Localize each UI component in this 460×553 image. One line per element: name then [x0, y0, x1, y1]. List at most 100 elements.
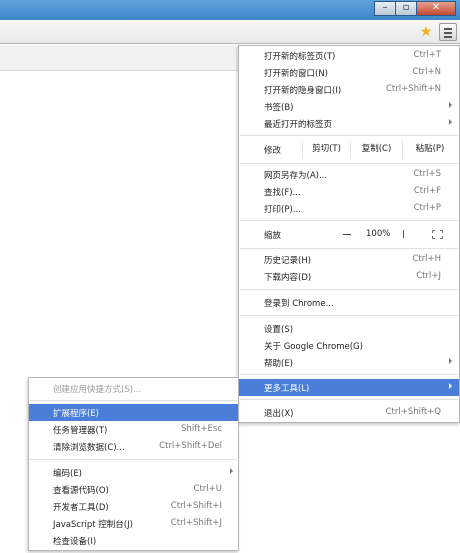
menu-item-shortcut: Ctrl+Shift+J	[170, 518, 222, 528]
menu-item-shortcut: Ctrl+Shift+I	[170, 501, 222, 511]
menu-item-shortcut: Shift+Esc	[181, 424, 222, 434]
menu-item-label: 打开新的标签页(T)	[264, 52, 336, 62]
cut-button[interactable]: 剪切(T)	[302, 141, 350, 158]
submenu-item-view-source[interactable]: 查看源代码(O) Ctrl+U	[29, 481, 238, 498]
menu-item-new-window[interactable]: 打开新的窗口(N) Ctrl+N	[239, 64, 459, 81]
menu-item-label: 开发者工具(D)	[53, 503, 109, 513]
menu-item-label: 更多工具(L)	[264, 384, 310, 394]
menu-item-label: 查找(F)...	[264, 188, 301, 198]
menu-item-shortcut: Ctrl+Shift+N	[385, 84, 441, 94]
menu-item-shortcut: Ctrl+F	[413, 186, 441, 196]
menu-item-about[interactable]: 关于 Google Chrome(G)	[239, 337, 459, 354]
fullscreen-icon[interactable]	[432, 230, 443, 239]
menu-item-label: 扩展程序(E)	[53, 409, 100, 419]
menu-item-more-tools[interactable]: 更多工具(L)	[239, 379, 459, 396]
menu-separator	[240, 374, 458, 375]
menu-item-label: 设置(S)	[264, 325, 294, 335]
submenu-arrow-icon	[230, 468, 233, 474]
submenu-arrow-icon	[449, 383, 452, 389]
menu-item-label: 登录到 Chrome...	[264, 299, 334, 309]
menu-item-label: 历史记录(H)	[264, 256, 312, 266]
menu-item-shortcut: Ctrl+Shift+Del	[159, 441, 222, 451]
submenu-arrow-icon	[449, 102, 452, 108]
menu-row-zoom: 缩放 100%	[239, 226, 459, 243]
menu-item-find[interactable]: 查找(F)... Ctrl+F	[239, 183, 459, 200]
chrome-main-menu: 打开新的标签页(T) Ctrl+T 打开新的窗口(N) Ctrl+N 打开新的隐…	[238, 45, 460, 423]
menu-item-label: 关于 Google Chrome(G)	[264, 342, 363, 352]
menu-item-shortcut: Ctrl+J	[416, 271, 441, 281]
menu-separator	[240, 248, 458, 249]
chrome-menu-button[interactable]	[439, 23, 457, 41]
minimize-button[interactable]: –	[374, 1, 396, 16]
bookmark-bar	[0, 45, 240, 71]
menu-item-sign-in[interactable]: 登录到 Chrome...	[239, 294, 459, 311]
copy-button[interactable]: 复制(C)	[350, 141, 402, 158]
menu-item-label: 清除浏览数据(C)...	[53, 443, 125, 453]
menu-item-label: 打开新的窗口(N)	[264, 69, 328, 79]
menu-item-label: 打开新的隐身窗口(I)	[264, 86, 342, 96]
submenu-item-extensions[interactable]: 扩展程序(E)	[29, 404, 238, 421]
submenu-arrow-icon	[449, 119, 452, 125]
zoom-label: 缩放	[264, 231, 282, 241]
menu-item-shortcut: Ctrl+H	[412, 254, 441, 264]
menu-item-shortcut: Ctrl+T	[413, 50, 441, 60]
menu-separator	[240, 315, 458, 316]
submenu-item-inspect-devices[interactable]: 检查设备(I)	[29, 532, 238, 549]
menu-separator	[240, 289, 458, 290]
menu-item-shortcut: Ctrl+P	[413, 203, 441, 213]
menu-item-label: 检查设备(I)	[53, 537, 97, 547]
menu-item-shortcut: Ctrl+N	[412, 67, 441, 77]
close-button[interactable]: ✕	[416, 1, 456, 16]
menu-separator	[240, 163, 458, 164]
menu-separator	[240, 135, 458, 136]
star-icon[interactable]: ★	[418, 24, 434, 40]
menu-item-bookmarks[interactable]: 书签(B)	[239, 98, 459, 115]
menu-item-print[interactable]: 打印(P)... Ctrl+P	[239, 200, 459, 217]
menu-item-help[interactable]: 帮助(E)	[239, 354, 459, 371]
menu-item-label: 任务管理器(T)	[53, 426, 108, 436]
submenu-item-encoding[interactable]: 编码(E)	[29, 464, 238, 481]
menu-item-recent-tabs[interactable]: 最近打开的标签页	[239, 115, 459, 132]
zoom-in-icon[interactable]	[403, 230, 404, 238]
menu-item-shortcut: Ctrl+S	[413, 169, 441, 179]
browser-toolbar: ★	[0, 20, 460, 44]
zoom-level: 100%	[366, 229, 391, 239]
menu-separator	[240, 399, 458, 400]
window-title-bar: – ▫ ✕	[0, 0, 460, 20]
submenu-item-task-manager[interactable]: 任务管理器(T) Shift+Esc	[29, 421, 238, 438]
menu-item-downloads[interactable]: 下载内容(D) Ctrl+J	[239, 268, 459, 285]
menu-item-label: 帮助(E)	[264, 359, 294, 369]
edit-label: 修改	[264, 146, 282, 156]
menu-item-history[interactable]: 历史记录(H) Ctrl+H	[239, 251, 459, 268]
menu-item-save-page[interactable]: 网页另存为(A)... Ctrl+S	[239, 166, 459, 183]
maximize-button[interactable]: ▫	[395, 1, 417, 16]
submenu-item-dev-tools[interactable]: 开发者工具(D) Ctrl+Shift+I	[29, 498, 238, 515]
menu-item-settings[interactable]: 设置(S)	[239, 320, 459, 337]
menu-separator	[30, 459, 237, 460]
menu-item-label: 打印(P)...	[264, 205, 301, 215]
menu-item-shortcut: Ctrl+Shift+Q	[385, 407, 441, 417]
menu-item-label: 最近打开的标签页	[264, 120, 333, 130]
submenu-arrow-icon	[449, 358, 452, 364]
menu-item-label: 编码(E)	[53, 469, 83, 479]
menu-item-label: 书签(B)	[264, 103, 294, 113]
more-tools-submenu: 创建应用快捷方式(S)... 扩展程序(E) 任务管理器(T) Shift+Es…	[28, 377, 239, 551]
menu-item-label: 创建应用快捷方式(S)...	[53, 385, 142, 395]
hamburger-menu-icon	[444, 28, 452, 30]
menu-item-new-tab[interactable]: 打开新的标签页(T) Ctrl+T	[239, 47, 459, 64]
paste-button[interactable]: 粘贴(P)	[402, 141, 457, 158]
menu-separator	[30, 400, 237, 401]
menu-item-shortcut: Ctrl+U	[193, 484, 222, 494]
zoom-out-icon[interactable]	[343, 234, 351, 235]
window-controls: – ▫ ✕	[374, 1, 456, 16]
menu-row-edit: 修改 剪切(T) 复制(C) 粘贴(P)	[239, 141, 459, 158]
menu-item-label: JavaScript 控制台(J)	[53, 520, 133, 530]
menu-item-label: 查看源代码(O)	[53, 486, 109, 496]
submenu-item-create-shortcuts[interactable]: 创建应用快捷方式(S)...	[29, 380, 238, 397]
menu-item-label: 下载内容(D)	[264, 273, 312, 283]
submenu-item-clear-data[interactable]: 清除浏览数据(C)... Ctrl+Shift+Del	[29, 438, 238, 455]
menu-separator	[240, 220, 458, 221]
menu-item-new-incognito[interactable]: 打开新的隐身窗口(I) Ctrl+Shift+N	[239, 81, 459, 98]
menu-item-exit[interactable]: 退出(X) Ctrl+Shift+Q	[239, 404, 459, 421]
submenu-item-js-console[interactable]: JavaScript 控制台(J) Ctrl+Shift+J	[29, 515, 238, 532]
